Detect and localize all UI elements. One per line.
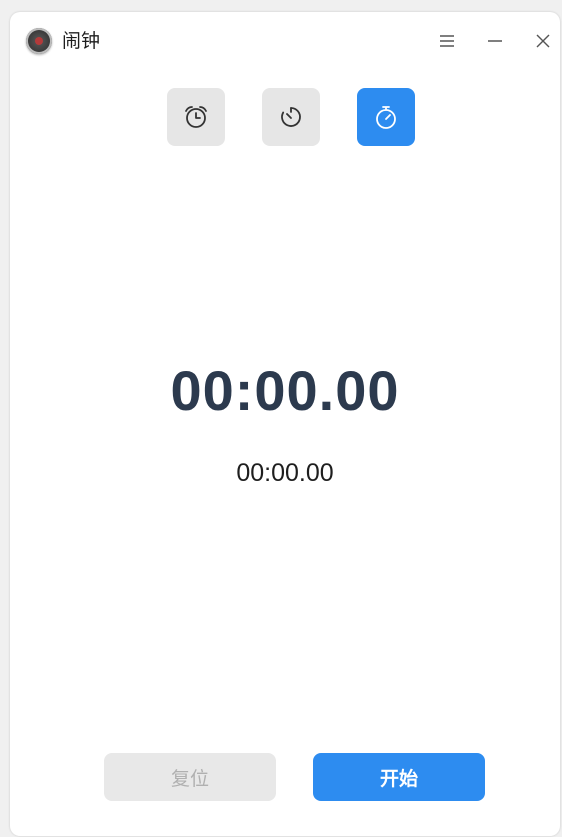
mode-tabs (10, 88, 560, 146)
menu-button[interactable] (432, 26, 462, 56)
stopwatch-icon (376, 106, 396, 129)
start-button[interactable]: 开始 (313, 753, 485, 801)
timer-icon (281, 107, 301, 127)
title-bar: 闹钟 (10, 12, 560, 68)
reset-button[interactable]: 复位 (104, 753, 276, 801)
minimize-icon (488, 40, 502, 42)
minimize-button[interactable] (480, 26, 510, 56)
clock-window: 闹钟 00:00.00 00:00.00 复位 开始 (10, 12, 560, 836)
stopwatch-main-time: 00:00.00 (170, 359, 400, 422)
close-icon (536, 34, 550, 48)
hamburger-menu-icon (440, 35, 454, 47)
clock-app-icon (26, 28, 52, 54)
tab-timer[interactable] (262, 88, 320, 146)
alarm-clock-icon (185, 106, 207, 128)
window-title: 闹钟 (62, 30, 101, 52)
tab-stopwatch[interactable] (357, 88, 415, 146)
tab-alarm[interactable] (167, 88, 225, 146)
stopwatch-lap-time: 00:00.00 (236, 459, 334, 487)
close-button[interactable] (528, 26, 558, 56)
